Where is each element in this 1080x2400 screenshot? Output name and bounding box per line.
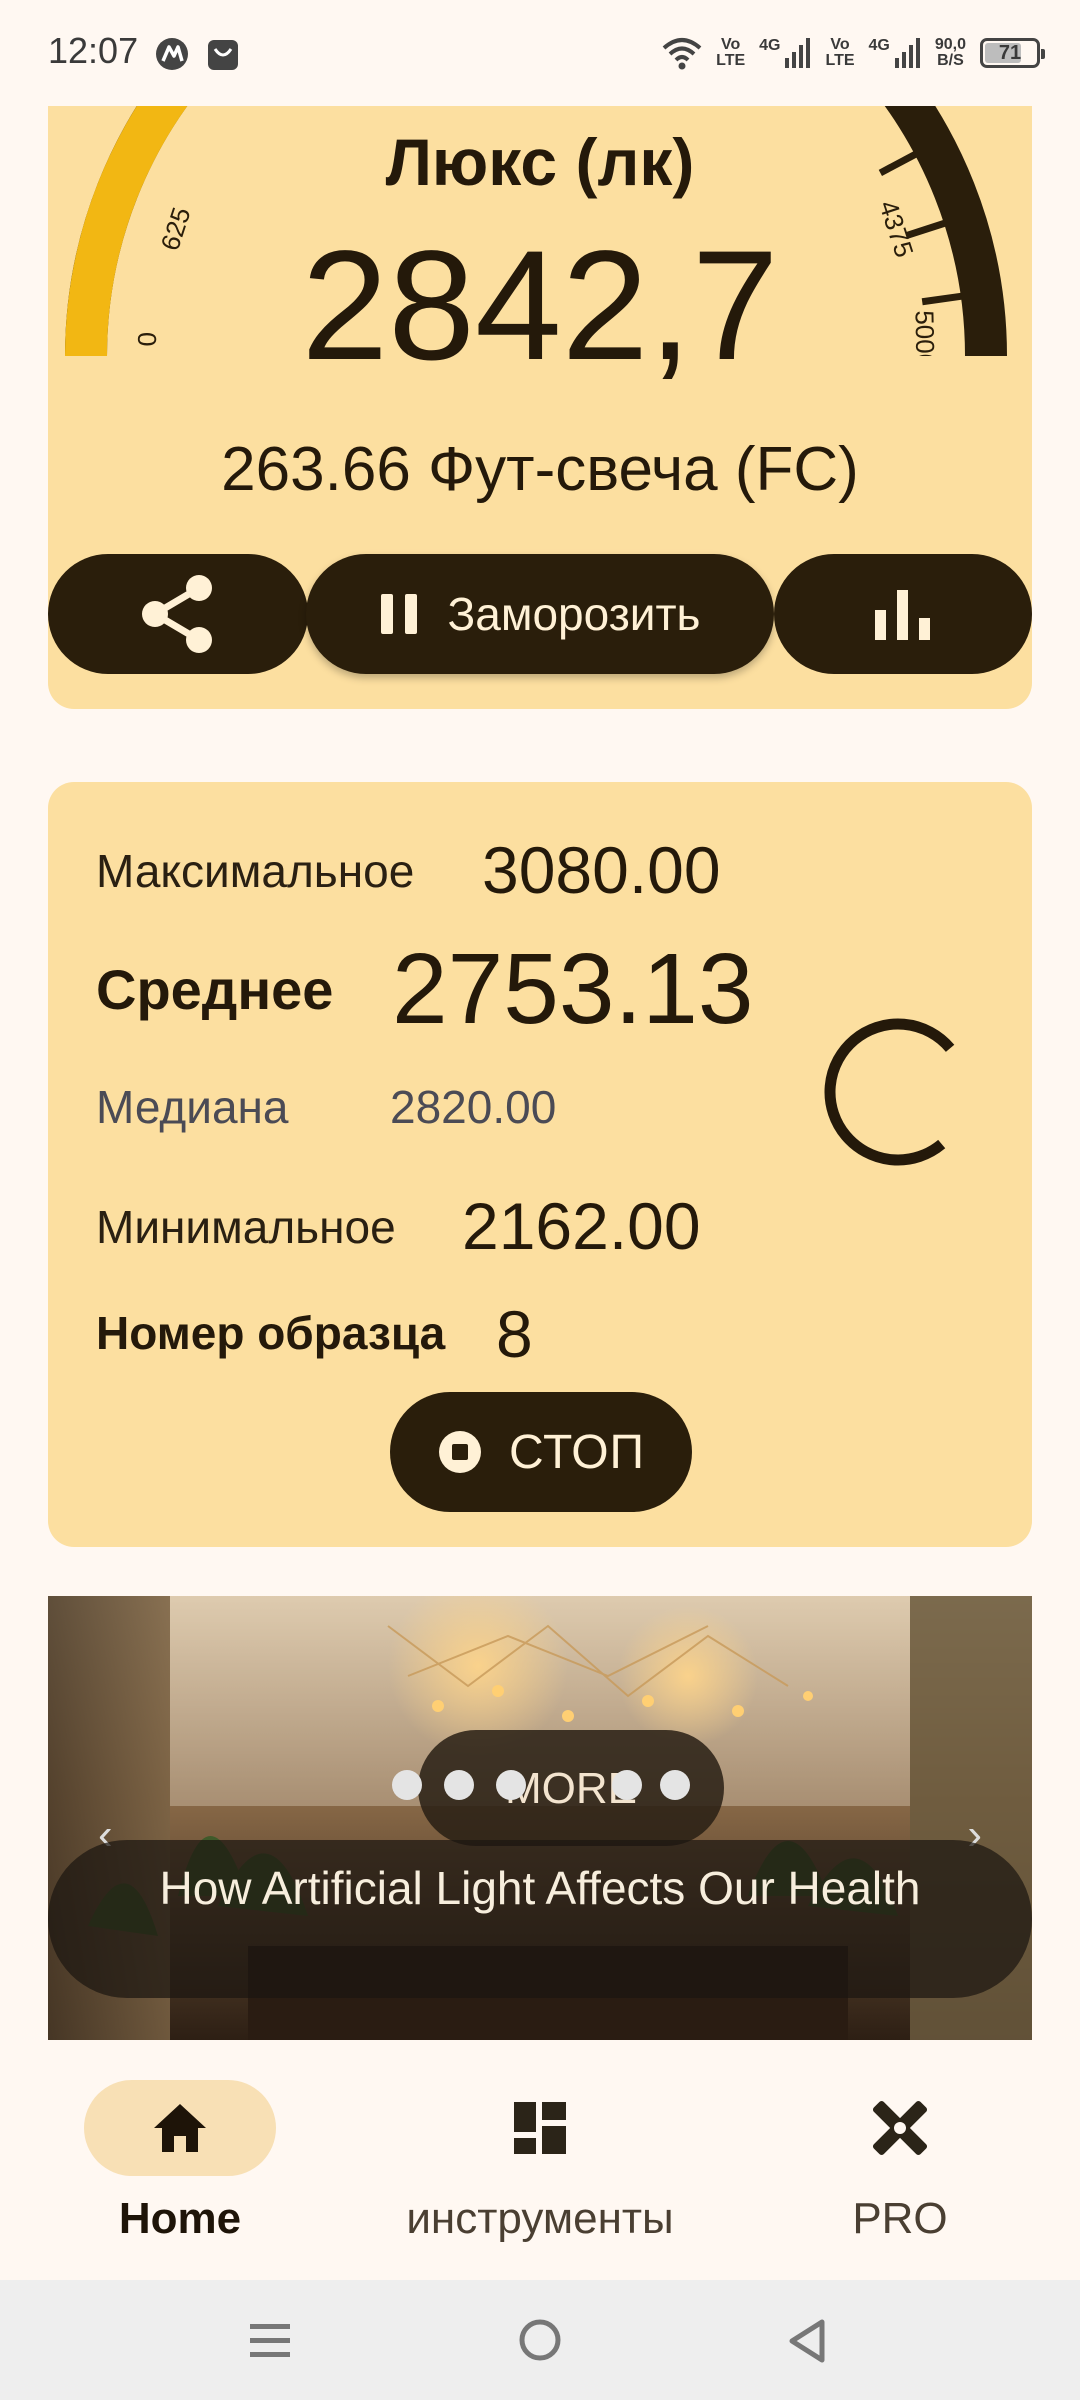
battery-level: 71: [998, 41, 1022, 64]
article-banner[interactable]: ‹ › MORE How Artificial Light Affects Ou…: [48, 1596, 1032, 2040]
sample-label: Номер образца: [96, 1307, 446, 1359]
freeze-label: Заморозить: [447, 588, 701, 640]
net-label-2: 4G: [868, 37, 890, 54]
nav-pro-indicator: [804, 2080, 996, 2176]
wifi-icon: [662, 38, 702, 70]
share-button[interactable]: [48, 554, 308, 674]
status-right-icons: Vo LTE 4G Vo LTE 4G 90,0 B/S 71: [662, 30, 1045, 76]
carousel-dot[interactable]: [612, 1770, 642, 1800]
min-label: Минимальное: [96, 1201, 396, 1253]
volte-label-2: Vo LTE: [825, 36, 855, 69]
menu-icon[interactable]: [248, 2320, 292, 2362]
stat-average: Среднее 2753.13: [96, 932, 753, 1047]
min-value: 2162.00: [462, 1189, 701, 1263]
average-value: 2753.13: [392, 933, 754, 1045]
bar-chart-icon: [875, 590, 930, 640]
tools-icon: [872, 2100, 928, 2156]
home-icon: [154, 2104, 206, 2152]
pause-icon: [381, 594, 418, 634]
nav-pro-label: PRO: [852, 2194, 948, 2243]
action-buttons: Заморозить: [48, 554, 1032, 674]
battery-icon: 71: [980, 38, 1045, 68]
sample-value: 8: [496, 1297, 533, 1371]
stat-median: Медиана 2820.00: [96, 1080, 556, 1134]
footcandle-value: 263.66 Фут-свеча (FC): [221, 435, 859, 504]
stop-icon: [438, 1431, 481, 1473]
nav-pro[interactable]: PRO: [720, 2080, 1080, 2244]
article-title: How Artificial Light Affects Our Health: [159, 1862, 921, 1914]
freeze-button[interactable]: Заморозить: [306, 554, 774, 674]
status-time: 12:07: [48, 30, 139, 71]
chart-button[interactable]: [774, 554, 1032, 674]
back-icon[interactable]: [786, 2318, 828, 2364]
loading-spinner: [824, 1018, 955, 1166]
median-label: Медиана: [96, 1081, 289, 1133]
carousel-dot[interactable]: [444, 1770, 474, 1800]
stat-sample: Номер образца 8: [96, 1296, 533, 1372]
unit-title: Люкс (лк): [385, 125, 695, 199]
nav-tools-label: инструменты: [406, 2194, 674, 2243]
lux-value: 2842,7: [301, 219, 779, 393]
net-label-1: 4G: [759, 37, 781, 54]
max-label: Максимальное: [96, 845, 415, 897]
dashboard-icon: [514, 2102, 566, 2154]
system-navigation-bar: [0, 2280, 1080, 2400]
status-left-icons: [152, 34, 242, 79]
nav-tools[interactable]: инструменты: [360, 2080, 720, 2244]
max-value: 3080.00: [482, 833, 721, 907]
home-circle-icon[interactable]: [518, 2318, 562, 2362]
stop-label: СТОП: [508, 1425, 646, 1479]
volte-label-1: Vo LTE: [716, 36, 746, 69]
network-speed: 90,0 B/S: [934, 36, 966, 69]
caption-bar[interactable]: How Artificial Light Affects Our Health: [48, 1840, 1032, 1998]
bottom-navigation: Home инструменты PRO: [0, 2040, 1080, 2280]
status-bar: 12:07 Vo LTE 4G Vo LTE 4G 90,0 B/S 71: [0, 0, 1080, 106]
carousel-dot[interactable]: [392, 1770, 422, 1800]
nav-home-indicator: [84, 2080, 276, 2176]
stat-min: Минимальное 2162.00: [96, 1188, 701, 1264]
average-label: Среднее: [96, 958, 334, 1021]
carousel-dot[interactable]: [660, 1770, 690, 1800]
nav-home-label: Home: [118, 2194, 242, 2243]
carousel-dot[interactable]: [496, 1770, 526, 1800]
share-icon: [142, 575, 212, 653]
lux-meter-card: 0 625 4375 5000 Люкс (лк) 2842,7 263.66 Фут…: [48, 106, 1032, 709]
signal-icon-2: 4G: [869, 38, 921, 68]
median-value: 2820.00: [390, 1081, 557, 1133]
stop-button[interactable]: СТОП: [390, 1392, 692, 1512]
signal-icon: 4G: [759, 38, 811, 68]
notification-icons: [156, 38, 238, 70]
nav-home[interactable]: Home: [0, 2080, 360, 2244]
statistics-card: Максимальное 3080.00 Среднее 2753.13 Медиа…: [48, 782, 1032, 1547]
nav-tools-indicator: [444, 2080, 636, 2176]
stat-max: Максимальное 3080.00: [96, 832, 721, 908]
